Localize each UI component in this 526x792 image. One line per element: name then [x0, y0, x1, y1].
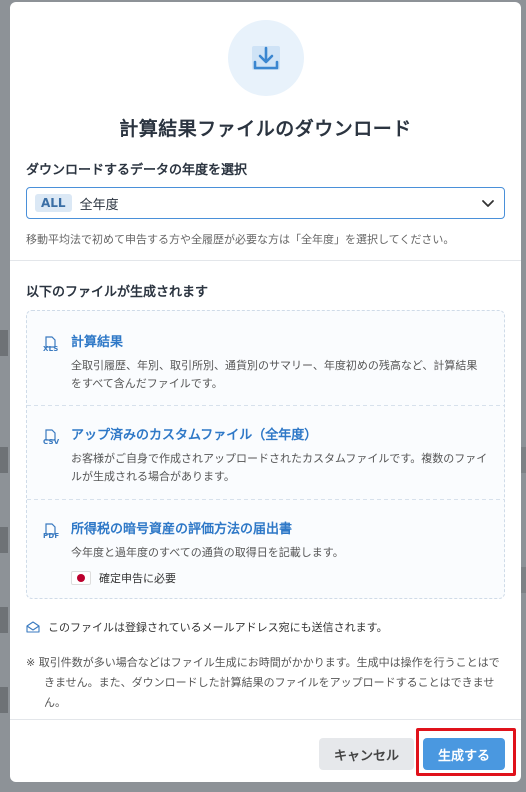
tax-return-badge: 確定申告に必要 [71, 570, 488, 586]
background-row-marker [0, 607, 8, 633]
divider [10, 260, 521, 261]
background-row-marker [0, 447, 8, 473]
file-description: お客様がご自身で作成されアップロードされたカスタムファイルです。複数のファイルが… [71, 452, 488, 483]
generated-files-list: XLS 計算結果 全取引履歴、年別、取引所別、通貨別のサマリー、年度初めの残高な… [26, 310, 505, 599]
background-row-marker [0, 330, 8, 356]
year-select-label: ダウンロードするデータの年度を選択 [26, 163, 248, 178]
file-item-calculation-result: XLS 計算結果 全取引履歴、年別、取引所別、通貨別のサマリー、年度初めの残高な… [27, 331, 504, 393]
file-description: 今年度と過年度のすべての通貨の取得日を記載します。 [71, 546, 344, 559]
generate-button[interactable]: 生成する [423, 738, 505, 770]
footer-divider [10, 719, 521, 720]
file-title: 計算結果 [71, 335, 124, 350]
file-title: アップ済みのカスタムファイル（全年度） [71, 428, 318, 443]
file-title: 所得税の暗号資産の評価方法の届出書 [71, 522, 293, 537]
file-separator [27, 405, 504, 406]
download-dialog: 計算結果ファイルのダウンロード ダウンロードするデータの年度を選択 ALL 全年… [10, 2, 521, 782]
year-select-hint: 移動平均法で初めて申告する方や全履歴が必要な方は「全年度」を選択してください。 [26, 233, 455, 246]
pdf-file-icon: PDF [43, 520, 61, 540]
chevron-down-icon [480, 195, 496, 211]
background-row-marker [0, 687, 8, 713]
badge-text: 確定申告に必要 [99, 572, 176, 585]
mail-note-text: このファイルは登録されているメールアドレス宛にも送信されます。 [48, 621, 388, 634]
japan-flag-icon [71, 571, 91, 585]
file-item-custom-file: CSV アップ済みのカスタムファイル（全年度） お客様がご自身で作成されアップロ… [27, 424, 504, 486]
csv-file-icon: CSV [43, 426, 61, 446]
dialog-title: 計算結果ファイルのダウンロード [119, 118, 412, 140]
file-description: 全取引履歴、年別、取引所別、通貨別のサマリー、年度初めの残高など、計算結果をすべ… [71, 359, 478, 390]
background-row-marker [0, 527, 8, 553]
processing-warning: ※ 取引件数が多い場合などはファイル生成にお時間がかかります。生成中は操作を行う… [26, 656, 500, 709]
year-select[interactable]: ALL 全年度 [26, 187, 505, 219]
mail-note: このファイルは登録されているメールアドレス宛にも送信されます。 [26, 619, 388, 635]
file-item-tax-form: PDF 所得税の暗号資産の評価方法の届出書 今年度と過年度のすべての通貨の取得日… [27, 518, 504, 586]
year-select-value: 全年度 [79, 197, 119, 213]
cancel-button[interactable]: キャンセル [319, 738, 414, 770]
file-separator [27, 499, 504, 500]
xls-file-icon: XLS [43, 333, 61, 353]
mail-icon [26, 621, 40, 633]
year-select-tag: ALL [35, 194, 72, 212]
download-icon [228, 20, 304, 96]
generated-files-label: 以下のファイルが生成されます [26, 285, 209, 300]
